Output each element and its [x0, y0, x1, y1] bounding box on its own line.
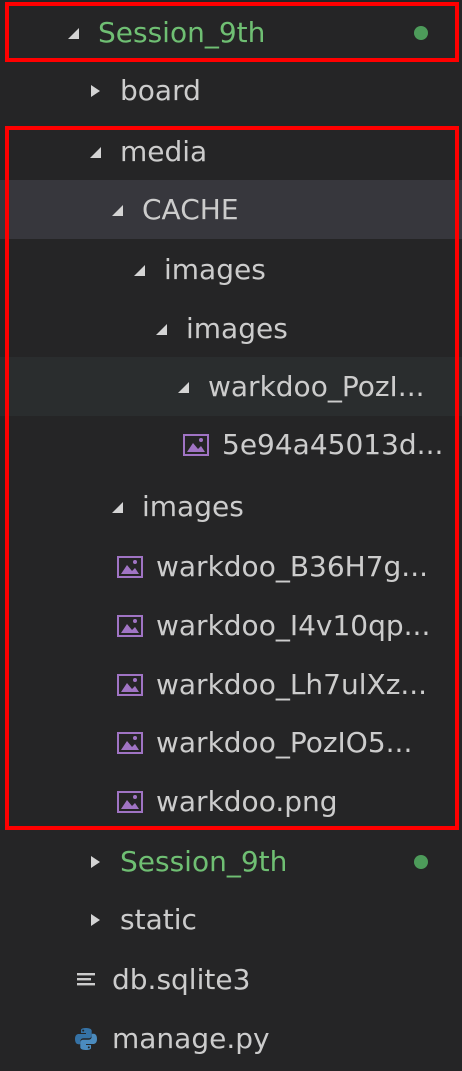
- tree-item-label: warkdoo_PozIO5...: [156, 725, 413, 759]
- tree-folder-images[interactable]: images: [0, 240, 462, 299]
- file-explorer-tree: Session_9th board media CACHE images ima: [0, 0, 462, 1071]
- caret-expanded-icon[interactable]: [148, 316, 174, 342]
- caret-expanded-icon[interactable]: [104, 494, 130, 520]
- image-file-icon: [116, 612, 144, 640]
- caret-collapsed-icon[interactable]: [82, 907, 108, 933]
- python-file-icon: [72, 1025, 100, 1053]
- image-file-icon: [116, 788, 144, 816]
- tree-folder-images-media[interactable]: images: [0, 477, 462, 536]
- tree-folder-images-nested[interactable]: images: [0, 299, 462, 358]
- tree-file-warkdoo-png[interactable]: warkdoo.png: [0, 772, 462, 831]
- tree-item-label: warkdoo_I4v10qp...: [156, 608, 431, 642]
- tree-file-db-sqlite3[interactable]: db.sqlite3: [0, 950, 462, 1009]
- tree-item-label: media: [120, 134, 208, 168]
- tree-item-label: manage.py: [112, 1021, 270, 1055]
- tree-file-warkdoo-lh7ulxz[interactable]: warkdoo_Lh7ulXz...: [0, 655, 462, 714]
- tree-file-5e94a45013d[interactable]: 5e94a45013d...: [0, 415, 462, 474]
- caret-collapsed-icon[interactable]: [82, 849, 108, 875]
- tree-file-warkdoo-b36h7g[interactable]: warkdoo_B36H7g...: [0, 537, 462, 596]
- text-file-icon: [72, 966, 100, 994]
- tree-item-label: warkdoo.png: [156, 784, 338, 818]
- git-modified-dot-icon: [414, 854, 428, 869]
- tree-folder-static[interactable]: static: [0, 890, 462, 949]
- tree-folder-media[interactable]: media: [0, 122, 462, 181]
- tree-item-label: warkdoo_B36H7g...: [156, 549, 429, 583]
- caret-expanded-icon[interactable]: [82, 139, 108, 165]
- caret-collapsed-icon[interactable]: [82, 78, 108, 104]
- tree-item-label: warkdoo_PozI...: [208, 369, 425, 403]
- tree-folder-session-9th-inner[interactable]: Session_9th: [0, 832, 462, 891]
- tree-file-warkdoo-pozio5[interactable]: warkdoo_PozIO5...: [0, 713, 462, 772]
- tree-item-label: images: [186, 311, 288, 345]
- tree-item-label: db.sqlite3: [112, 962, 251, 996]
- tree-item-label: board: [120, 73, 201, 107]
- tree-folder-warkdoo-pozi[interactable]: warkdoo_PozI...: [0, 357, 462, 416]
- caret-expanded-icon[interactable]: [170, 374, 196, 400]
- tree-item-label: Session_9th: [98, 15, 266, 49]
- tree-folder-board[interactable]: board: [0, 61, 462, 120]
- image-file-icon: [116, 671, 144, 699]
- tree-item-label: Session_9th: [120, 844, 288, 878]
- tree-folder-cache[interactable]: CACHE: [0, 180, 462, 239]
- tree-folder-session-9th[interactable]: Session_9th: [0, 3, 462, 62]
- tree-item-label: CACHE: [142, 192, 239, 226]
- image-file-icon: [116, 553, 144, 581]
- tree-file-warkdoo-i4v10qp[interactable]: warkdoo_I4v10qp...: [0, 596, 462, 655]
- git-modified-dot-icon: [414, 25, 428, 40]
- caret-expanded-icon[interactable]: [126, 257, 152, 283]
- tree-item-label: images: [142, 489, 244, 523]
- tree-item-label: 5e94a45013d...: [222, 427, 444, 461]
- image-file-icon: [182, 431, 210, 459]
- caret-expanded-icon[interactable]: [60, 20, 86, 46]
- tree-file-manage-py[interactable]: manage.py: [0, 1009, 462, 1068]
- tree-item-label: warkdoo_Lh7ulXz...: [156, 667, 428, 701]
- tree-item-label: static: [120, 902, 197, 936]
- image-file-icon: [116, 729, 144, 757]
- caret-expanded-icon[interactable]: [104, 197, 130, 223]
- tree-item-label: images: [164, 252, 266, 286]
